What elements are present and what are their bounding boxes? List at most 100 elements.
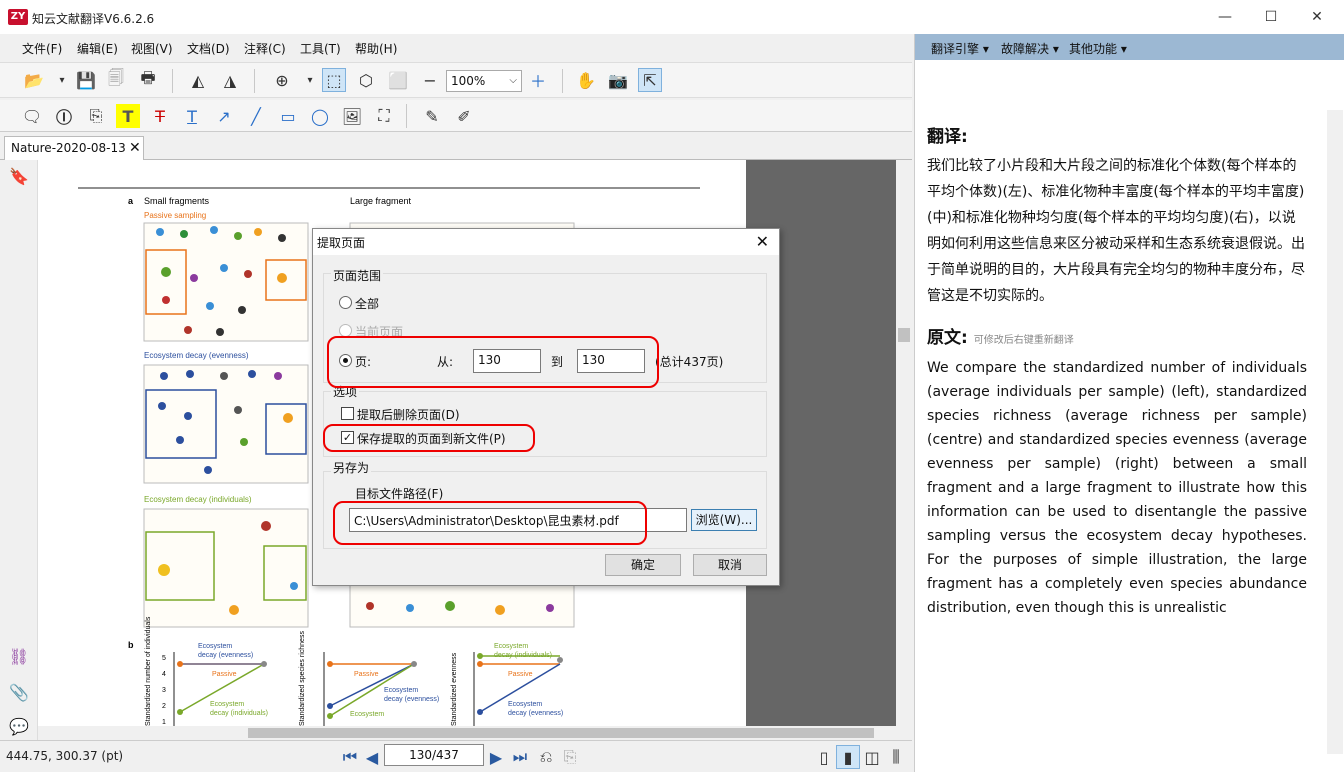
sign-icon[interactable]: ✎ [420,104,444,128]
chevron-down-icon[interactable]: ▾ [50,68,74,92]
link-icon[interactable]: ⛓ [7,644,31,668]
other-functions-menu[interactable]: 其他功能 ▾ [1069,40,1127,57]
stamp-icon[interactable]: ⛶ [372,104,396,128]
menu-comment[interactable]: 注释(C) [244,40,286,57]
scroll-thumb[interactable] [248,728,874,738]
svg-text:Passive: Passive [508,671,533,678]
browse-button[interactable]: 浏览(W)... [691,509,757,531]
radio-all[interactable] [339,296,352,309]
select-cursor-icon[interactable]: ⇱ [638,68,662,92]
highlight-target-path [333,501,647,545]
callout-icon[interactable]: ⎘ [84,104,108,128]
ellipse-icon[interactable]: ◯ [308,104,332,128]
close-icon[interactable]: ✕ [756,232,769,251]
chevron-down-icon[interactable]: ▾ [298,68,322,92]
svg-text:5: 5 [162,655,166,662]
translation-scrollbar[interactable] [1327,110,1343,754]
svg-text:Standardized number of individ: Standardized number of individuals [145,616,152,726]
zoom-out-icon[interactable]: − [418,68,442,92]
svg-text:Ecosystem: Ecosystem [350,711,384,718]
next-page-icon[interactable]: ▶ [484,745,508,769]
cancel-button[interactable]: 取消 [693,554,767,576]
back-icon[interactable]: ⎌ [534,745,558,769]
status-bar: 444.75, 300.37 (pt) ⏮ ◀ 130/437 ▶ ⏭ ⎌ ⎘ … [0,740,912,772]
prev-page-icon[interactable]: ◀ [360,745,384,769]
comment-icon[interactable]: 💬 [7,714,31,738]
continuous-page-icon[interactable]: ▮ [836,745,860,769]
total-pages-label: (总计437页) [655,355,724,369]
ok-button[interactable]: 确定 [605,554,681,576]
svg-text:Ecosystem: Ecosystem [198,643,232,650]
plus-icon[interactable]: ＋ [526,68,550,92]
close-window-button[interactable]: ✕ [1294,0,1340,34]
first-page-icon[interactable]: ⏮ [338,745,362,769]
hand-tool-icon[interactable]: ✋ [574,68,598,92]
minimize-button[interactable]: — [1202,0,1248,34]
fit-page-icon[interactable]: ⬚ [322,68,346,92]
forward-icon[interactable]: ⎘ [558,745,582,769]
form-icon[interactable]: ✐ [452,104,476,128]
image-icon[interactable]: 🖼 [340,104,364,128]
fit-width-icon[interactable]: ⬡ [354,68,378,92]
page-number-input[interactable]: 130/437 [384,744,484,766]
original-heading: 原文: 可修改后右键重新翻译 [927,328,1074,348]
print-icon[interactable]: 🖶 [136,68,160,92]
delete-after-checkbox[interactable] [341,407,354,420]
menu-view[interactable]: 视图(V) [131,40,173,57]
original-text[interactable]: We compare the standardized number of in… [927,356,1307,620]
passive-sampling-label: Passive sampling [144,211,206,220]
actual-size-icon[interactable]: ⬜ [386,68,410,92]
cursor-coordinates: 444.75, 300.37 (pt) [6,749,124,763]
last-page-icon[interactable]: ⏭ [508,745,532,769]
single-page-icon[interactable]: ▯ [812,745,836,769]
troubleshoot-menu[interactable]: 故障解决 ▾ [1001,40,1059,57]
document-tab[interactable]: Nature-2020-08-13 ✕ [4,136,144,160]
scroll-thumb[interactable] [898,328,910,342]
translate-engine-menu[interactable]: 翻译引擎 ▾ [931,40,989,57]
horizontal-scrollbar[interactable] [38,726,896,740]
svg-text:4: 4 [162,671,166,678]
bookmark-icon[interactable]: 🔖 [7,164,31,188]
attachment-icon[interactable]: 📎 [7,680,31,704]
close-icon[interactable]: ✕ [129,140,141,156]
snapshot-icon[interactable]: 📷 [606,68,630,92]
extract-pages-dialog: 提取页面 ✕ 页面范围 全部 当前页面 页: 从: 130 到 130 (总计4… [312,228,780,586]
flip-right-icon[interactable]: ◮ [218,68,242,92]
strikethrough-icon[interactable]: T [148,104,172,128]
save-all-icon[interactable]: 🗐 [104,68,128,92]
menu-bar: 文件(F) 编辑(E) 视图(V) 文档(D) 注释(C) 工具(T) 帮助(H… [0,34,912,60]
svg-text:Ecosystem: Ecosystem [210,701,244,708]
menu-document[interactable]: 文档(D) [187,40,230,57]
note-icon[interactable]: 🗨 [20,104,44,128]
zoom-in-icon[interactable]: ⊕ [270,68,294,92]
save-icon[interactable]: 💾 [74,68,98,92]
evenness-label: Ecosystem decay (evenness) [144,351,249,360]
radio-all-label[interactable]: 全部 [355,295,379,312]
svg-text:Standardized species richness: Standardized species richness [299,631,306,726]
flip-left-icon[interactable]: ◭ [186,68,210,92]
svg-text:Standardized evenness: Standardized evenness [451,652,458,726]
maximize-button[interactable]: ☐ [1248,0,1294,34]
menu-help[interactable]: 帮助(H) [355,40,397,57]
open-folder-icon[interactable]: 📂 [22,68,46,92]
line-icon[interactable]: ╱ [244,104,268,128]
menu-file[interactable]: 文件(F) [22,40,62,57]
vertical-scrollbar[interactable] [896,160,912,726]
translation-panel: 翻译引擎 ▾ 故障解决 ▾ 其他功能 ▾ 翻译: 我们比较了小片段和大片段之间的… [914,34,1344,772]
menu-edit[interactable]: 编辑(E) [77,40,118,57]
translation-heading: 翻译: [927,127,968,147]
svg-text:Passive: Passive [354,671,379,678]
facing-page-icon[interactable]: ◫ [860,745,884,769]
rectangle-icon[interactable]: ▭ [276,104,300,128]
highlight-icon[interactable]: T [116,104,140,128]
text-tool-icon[interactable]: Ⓘ [52,104,76,128]
translation-text[interactable]: 我们比较了小片段和大片段之间的标准化个体数(每个样本的平均个体数)(左)、标准化… [927,153,1307,309]
delete-after-label[interactable]: 提取后删除页面(D) [357,406,460,423]
zoom-select[interactable]: 100% ⌵ [446,70,522,92]
svg-text:Ecosystem: Ecosystem [508,701,542,708]
zoom-value: 100% [451,74,486,88]
split-view-icon[interactable]: ⫼ [884,745,908,769]
underline-icon[interactable]: T [180,104,204,128]
arrow-icon[interactable]: ↗ [212,104,236,128]
menu-tools[interactable]: 工具(T) [300,40,341,57]
